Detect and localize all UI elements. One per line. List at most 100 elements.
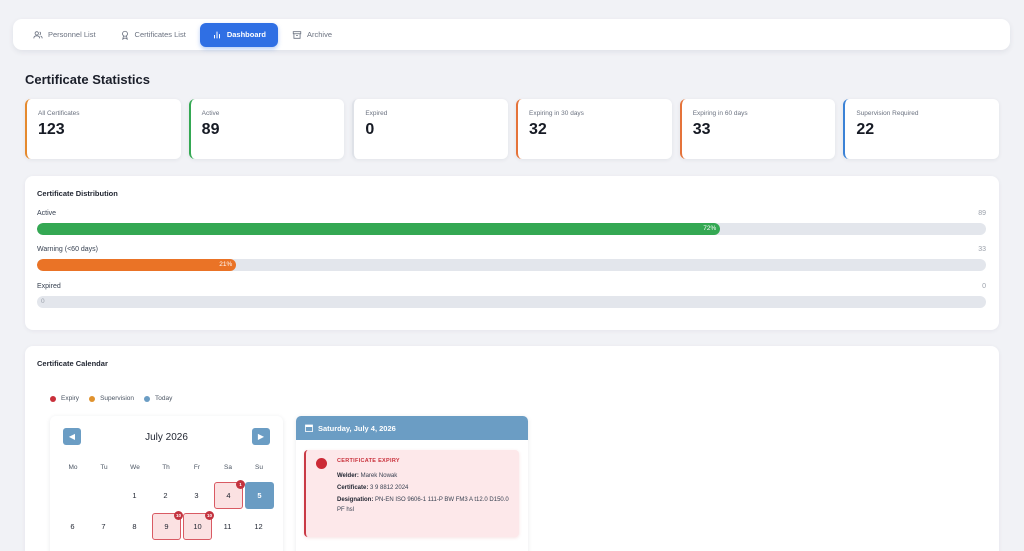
calendar-icon: [305, 424, 313, 432]
users-icon: [33, 30, 43, 38]
calendar-day[interactable]: 8: [120, 513, 149, 540]
day-detail-header: Saturday, July 4, 2026: [296, 416, 528, 440]
tab-personnel-list[interactable]: Personnel List: [23, 23, 106, 47]
calendar-day-expiry[interactable]: 4 1: [214, 480, 245, 509]
weekday-label: Tu: [100, 464, 108, 471]
event-card-expiry[interactable]: CERTIFICATE EXPIRY Welder: Marek Nowak C…: [304, 450, 519, 537]
distribution-label: Warning (<60 days): [37, 246, 99, 253]
calendar-day[interactable]: 6: [58, 513, 87, 540]
calendar-day[interactable]: 3: [182, 482, 211, 509]
progress-percent: 72%: [703, 225, 717, 232]
distribution-title: Certificate Distribution: [37, 189, 118, 198]
event-type-label: CERTIFICATE EXPIRY: [337, 458, 400, 464]
progress-track: 72%: [37, 223, 986, 235]
legend-expiry: Expiry: [50, 395, 79, 402]
stat-card-active: Active 89: [188, 99, 345, 159]
stat-card-expiring-60: Expiring in 60 days 33: [679, 99, 836, 159]
stat-value: 33: [692, 121, 711, 138]
next-month-button[interactable]: ▶: [252, 428, 270, 445]
tab-label: Archive: [307, 30, 333, 39]
weekday-label: We: [130, 464, 140, 471]
tab-label: Personnel List: [48, 30, 96, 39]
distribution-count: 33: [978, 246, 986, 253]
stat-label: All Certificates: [38, 110, 80, 117]
tab-certificates-list[interactable]: Certificates List: [110, 23, 196, 47]
bar-chart-icon: [213, 31, 220, 38]
legend-supervision: Supervision: [89, 395, 134, 402]
calendar-day-today[interactable]: 5: [245, 482, 274, 509]
stat-value: 32: [529, 121, 547, 138]
calendar-day[interactable]: 2: [151, 482, 180, 509]
distribution-card: Certificate Distribution Active 89 72% W…: [25, 176, 999, 330]
day-number: 4: [226, 491, 231, 500]
day-detail-date: Saturday, July 4, 2026: [318, 423, 396, 433]
stat-card-supervision: Supervision Required 22: [843, 99, 1000, 159]
weekday-label: Sa: [224, 464, 232, 471]
stat-card-expiring-30: Expiring in 30 days 32: [516, 99, 672, 159]
calendar-day-expiry[interactable]: 10 10: [183, 511, 214, 540]
month-calendar: ◀ July 2026 ▶ Mo Tu We Th Fr Sa Su 1 2 3…: [50, 416, 283, 551]
distribution-label: Active: [37, 210, 57, 217]
chevron-right-icon: ▶: [257, 432, 265, 441]
legend-label: Today: [155, 395, 173, 402]
distribution-row-expired: Expired 0 0: [37, 283, 986, 308]
legend-dot: [50, 395, 56, 402]
calendar-day[interactable]: 1: [120, 482, 149, 509]
event-count-badge: 10: [174, 511, 183, 520]
stat-card-expired: Expired 0: [352, 99, 509, 159]
progress-track: 21%: [37, 259, 986, 271]
legend-today: Today: [144, 395, 172, 402]
event-welder-key: Welder:: [337, 473, 359, 479]
distribution-count: 89: [978, 210, 986, 217]
stat-value: 89: [201, 121, 220, 138]
calendar-day[interactable]: 11: [213, 513, 242, 540]
stat-label: Active: [201, 110, 220, 117]
progress-percent: 21%: [219, 261, 233, 268]
calendar-day[interactable]: 12: [244, 513, 273, 540]
month-label: July 2026: [145, 432, 188, 443]
event-certificate-key: Certificate:: [337, 485, 369, 491]
tab-label: Certificates List: [134, 30, 186, 39]
day-number: 9: [164, 522, 169, 531]
page-title: Certificate Statistics: [25, 72, 150, 87]
event-welder-value: Marek Nowak: [360, 473, 398, 479]
progress-fill: 21%: [37, 259, 237, 271]
legend-dot: [144, 395, 151, 402]
progress-track: 0: [37, 296, 986, 308]
legend-label: Expiry: [61, 395, 80, 402]
stat-value: 22: [856, 121, 875, 138]
calendar-legend: Expiry Supervision Today: [50, 395, 172, 402]
calendar-day-expiry[interactable]: 9 10: [152, 511, 183, 540]
event-welder: Welder: Marek Nowak: [337, 471, 515, 481]
progress-percent: 0: [41, 298, 45, 305]
distribution-label: Expired: [37, 283, 61, 290]
archive-icon: [292, 30, 302, 39]
stat-value: 123: [38, 121, 65, 138]
calendar-day[interactable]: 7: [89, 513, 118, 540]
weekday-label: Su: [255, 464, 263, 471]
stat-label: Expired: [365, 110, 388, 117]
tab-archive[interactable]: Archive: [282, 23, 342, 47]
day-detail-panel: Saturday, July 4, 2026 CERTIFICATE EXPIR…: [296, 416, 528, 551]
stat-label: Expiring in 60 days: [692, 110, 748, 117]
event-count-badge: 1: [236, 480, 245, 489]
award-icon: [121, 30, 128, 40]
event-certificate: Certificate: 3 9 8812 2024: [337, 483, 515, 493]
calendar-title: Certificate Calendar: [37, 359, 108, 368]
event-certificate-value: 3 9 8812 2024: [370, 485, 409, 491]
weekday-label: Fr: [193, 464, 201, 471]
progress-fill: 72%: [37, 223, 721, 235]
tab-dashboard[interactable]: Dashboard: [199, 22, 278, 47]
event-designation: Designation: PN-EN ISO 9606-1 111-P BW F…: [337, 495, 515, 515]
day-number: 10: [193, 522, 202, 531]
stat-label: Supervision Required: [856, 110, 919, 117]
tab-label: Dashboard: [226, 30, 266, 39]
stats-row: All Certificates 123 Active 89 Expired 0…: [25, 99, 1000, 159]
top-nav: Personnel List Certificates List Dashboa…: [13, 19, 1010, 50]
legend-label: Supervision: [100, 395, 135, 402]
stat-value: 0: [365, 121, 375, 138]
weekday-label: Th: [162, 464, 170, 471]
stat-card-all: All Certificates 123: [25, 99, 181, 159]
distribution-count: 0: [982, 283, 986, 290]
expiry-dot-icon: [316, 458, 327, 469]
